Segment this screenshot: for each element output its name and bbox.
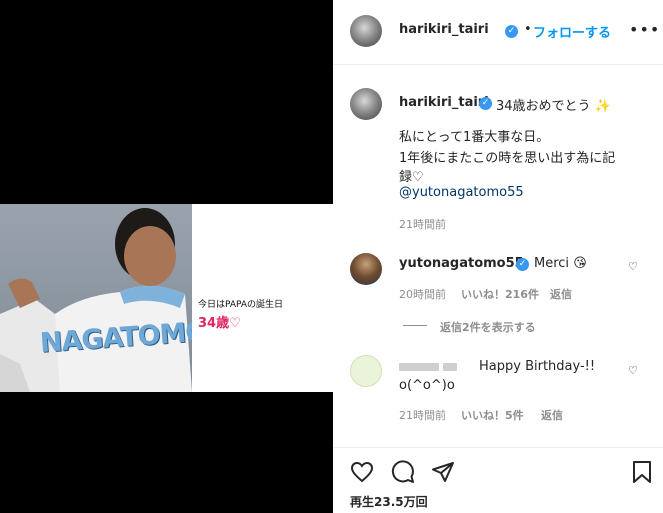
player-photo: NAGATOMO bbox=[0, 204, 192, 392]
follow-label: フォロー bbox=[533, 26, 586, 41]
speech-bubble-icon[interactable] bbox=[391, 460, 415, 484]
caption-text: 34歳おめでとう bbox=[496, 99, 591, 114]
verified-badge-icon: ✓ bbox=[479, 97, 492, 110]
comment-reply-button[interactable]: 返信 bbox=[550, 286, 572, 302]
comment-likes[interactable]: いいね！5件 bbox=[461, 407, 524, 423]
kiss-emoji: 😘 bbox=[573, 256, 587, 271]
paper-plane-icon[interactable] bbox=[431, 460, 455, 484]
post-info-panel: harikiri_tairi ✓ • フォローする ••• harikiri_t… bbox=[333, 0, 663, 513]
image-caption-panel: 今日はPAPAの誕生日 34歳♡ bbox=[192, 204, 333, 392]
sparkles-emoji: ✨ bbox=[594, 99, 611, 114]
heart-outline-icon: ♡ bbox=[229, 316, 241, 331]
post-image[interactable]: NAGATOMO 今日はPAPAの誕生日 34歳♡ bbox=[0, 204, 333, 392]
separator-dot: • bbox=[524, 22, 532, 37]
caption-line1: 34歳おめでとう ✨ bbox=[496, 95, 611, 114]
comment-text-line2: o(^o^)o bbox=[399, 378, 455, 393]
comment-text-body: Merci bbox=[534, 256, 570, 271]
caption-line3: 1年後にまたこの時を思い出す為に記 bbox=[399, 151, 616, 166]
comment-like-heart-icon[interactable]: ♡ bbox=[628, 364, 638, 377]
verified-badge-icon: ✓ bbox=[505, 25, 518, 38]
comment-username[interactable]: yutonagatomo55 bbox=[399, 256, 524, 271]
comment-timestamp[interactable]: 20時間前 bbox=[399, 286, 446, 302]
follow-button[interactable]: フォローする bbox=[533, 22, 611, 41]
comment-likes[interactable]: いいね！216件 bbox=[461, 286, 539, 302]
replies-divider bbox=[403, 325, 427, 326]
redacted-username bbox=[399, 362, 439, 371]
owner-username[interactable]: harikiri_tairi bbox=[399, 22, 489, 37]
caption-line2: 私にとって1番大事な日。 bbox=[399, 130, 550, 145]
post-header: harikiri_tairi ✓ • フォローする ••• bbox=[333, 0, 663, 65]
comment-timestamp[interactable]: 21時間前 bbox=[399, 407, 446, 423]
comment-reply-button[interactable]: 返信 bbox=[541, 407, 563, 423]
caption-username[interactable]: harikiri_tairi bbox=[399, 95, 489, 110]
image-caption-line2: 34歳♡ bbox=[198, 312, 241, 331]
image-caption-line1: 今日はPAPAの誕生日 bbox=[198, 300, 284, 310]
caption-avatar[interactable] bbox=[350, 88, 382, 120]
view-replies-button[interactable]: 返信2件を表示する bbox=[440, 319, 536, 335]
comment-avatar[interactable] bbox=[350, 355, 382, 387]
redacted-username bbox=[443, 362, 458, 371]
verified-badge-icon: ✓ bbox=[516, 258, 529, 271]
view-count[interactable]: 再生23.5万回 bbox=[350, 493, 428, 510]
caption-line4: 録♡ bbox=[399, 170, 424, 185]
caption-timestamp[interactable]: 21時間前 bbox=[399, 216, 446, 232]
comment-avatar[interactable] bbox=[350, 253, 382, 285]
actions-divider bbox=[333, 447, 663, 448]
follow-action: する bbox=[585, 26, 612, 41]
heart-outline-icon[interactable] bbox=[350, 460, 374, 484]
mention-link[interactable]: @yutonagatomo55 bbox=[399, 185, 524, 200]
image-caption-age: 34歳 bbox=[198, 316, 230, 331]
player-illustration bbox=[0, 208, 192, 392]
comment-text: Merci 😘 bbox=[534, 256, 587, 271]
avatar[interactable] bbox=[350, 15, 382, 47]
bookmark-icon[interactable] bbox=[631, 460, 653, 484]
more-options-icon[interactable]: ••• bbox=[629, 20, 660, 39]
post-media: NAGATOMO 今日はPAPAの誕生日 34歳♡ bbox=[0, 0, 333, 513]
comment-username-redacted[interactable] bbox=[399, 359, 458, 374]
comment-text: Happy Birthday-!! bbox=[479, 359, 596, 374]
comment-like-heart-icon[interactable]: ♡ bbox=[628, 260, 638, 273]
